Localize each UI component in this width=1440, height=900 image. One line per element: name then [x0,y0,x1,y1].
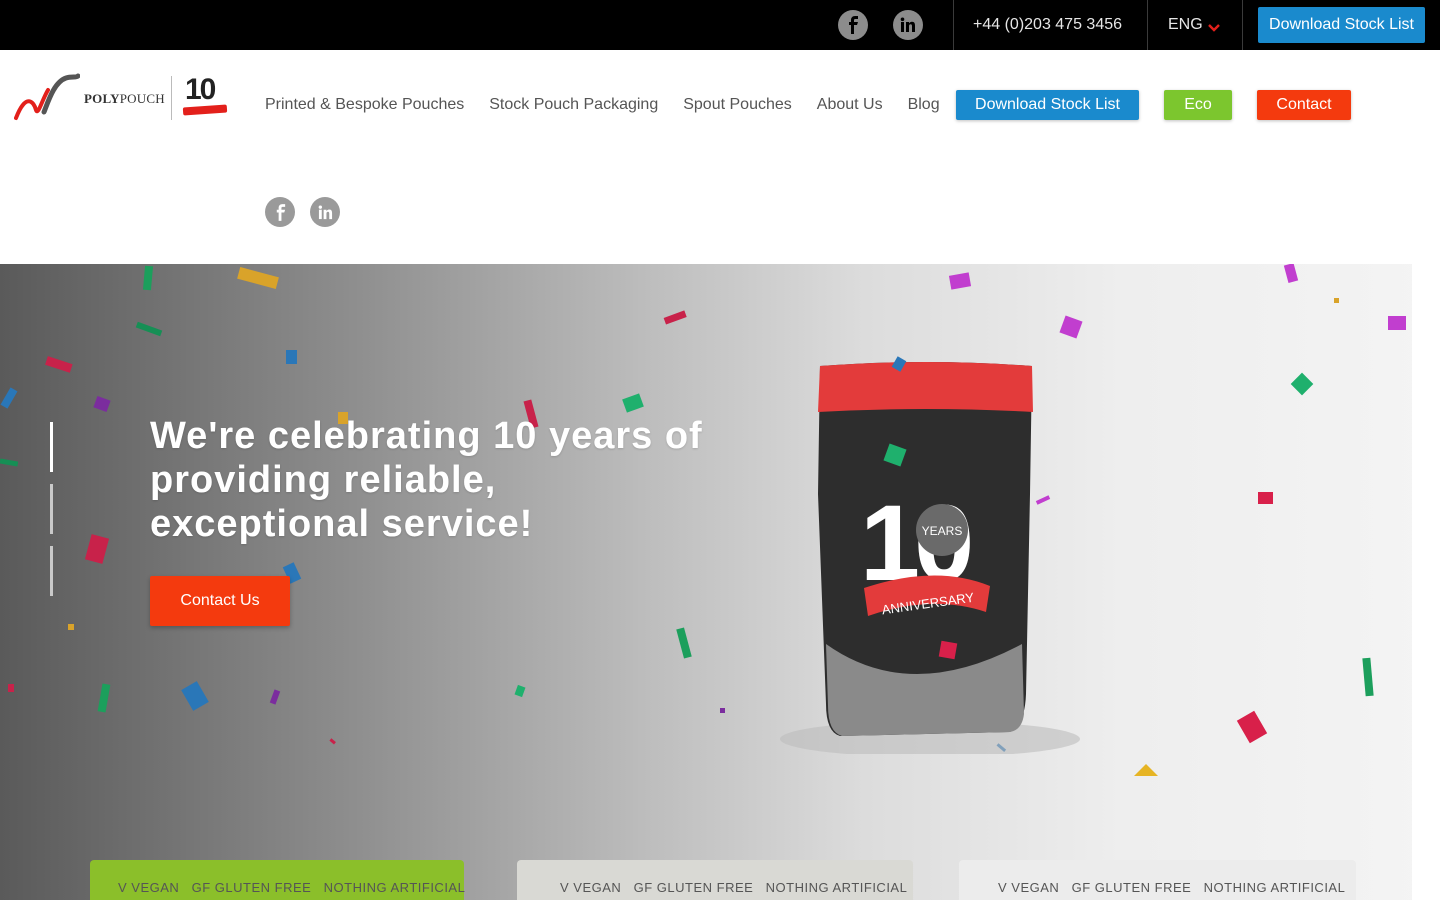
top-bar: +44 (0)203 475 3456 ENG Download Stock L… [0,0,1440,50]
hero-headline: We're celebrating 10 years of providing … [150,415,703,545]
main-nav: Printed & Bespoke Pouches Stock Pouch Pa… [265,93,940,117]
logo-swoosh-icon [14,73,80,120]
topbar-divider [1242,0,1243,50]
language-label: ENG [1168,16,1203,33]
nav-printed-bespoke-pouches[interactable]: Printed & Bespoke Pouches [265,96,464,114]
nav-about-us[interactable]: About Us [817,96,883,114]
anniversary-badge-icon: 10 [182,72,228,122]
linkedin-icon[interactable] [893,10,923,40]
facebook-icon[interactable] [265,197,295,227]
eco-button[interactable]: Eco [1164,90,1232,120]
contact-button[interactable]: Contact [1257,90,1351,120]
slide-indicator-1[interactable] [50,422,53,472]
product-label: V VEGAN GF GLUTEN FREE NOTHING ARTIFICIA… [998,880,1346,895]
topbar-divider [953,0,954,50]
contact-us-button[interactable]: Contact Us [150,576,290,626]
anniversary-pouch-image: 10 YEARS ANNIVERSARY [780,356,1080,754]
slide-indicator-2[interactable] [50,484,53,534]
nav-blog[interactable]: Blog [908,96,940,114]
slide-indicator-3[interactable] [50,546,53,596]
topbar-divider [1147,0,1148,50]
facebook-icon[interactable] [838,10,868,40]
header-download-stock-list-button[interactable]: Download Stock List [956,90,1139,120]
phone-number[interactable]: +44 (0)203 475 3456 [973,0,1122,50]
product-strip: V VEGAN GF GLUTEN FREE NOTHING ARTIFICIA… [0,854,1440,900]
polypouch-logo[interactable]: POLYPOUCH 10 [14,72,229,128]
linkedin-icon[interactable] [310,197,340,227]
svg-text:YEARS: YEARS [922,524,963,538]
download-stock-list-button[interactable]: Download Stock List [1258,7,1425,43]
hero-slider: 10 YEARS ANNIVERSARY We're celebrating 1… [0,264,1440,900]
logo-wordmark: POLYPOUCH [84,91,165,106]
language-selector[interactable]: ENG [1168,0,1221,50]
nav-stock-pouch-packaging[interactable]: Stock Pouch Packaging [489,96,658,114]
site-header: POLYPOUCH 10 Printed & Bespoke Pouches S… [0,50,1440,264]
product-label: V VEGAN GF GLUTEN FREE NOTHING ARTIFICIA… [560,880,908,895]
hero-right-edge [1412,264,1440,900]
nav-spout-pouches[interactable]: Spout Pouches [683,96,792,114]
chevron-down-icon [1207,24,1220,32]
logo-divider [171,76,172,120]
product-label: V VEGAN GF GLUTEN FREE NOTHING ARTIFICIA… [118,880,466,895]
